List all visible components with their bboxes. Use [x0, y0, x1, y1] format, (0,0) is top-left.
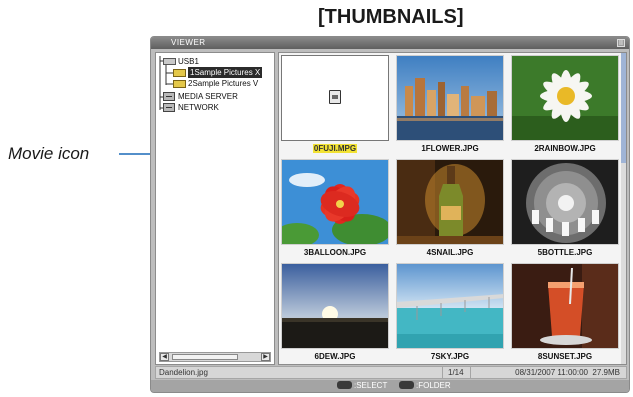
media-server-icon — [163, 92, 175, 101]
tree-horizontal-scrollbar[interactable]: ◀ ▶ — [159, 352, 271, 362]
window-title: VIEWER — [171, 38, 206, 47]
thumbnail-caption: 5BOTTLE.JPG — [537, 248, 593, 257]
status-filename: Dandelion.jpg — [159, 368, 208, 377]
thumbnail-caption: 8SUNSET.JPG — [537, 352, 593, 361]
grid-vertical-scrollbar[interactable] — [621, 53, 626, 364]
title-bar: VIEWER II — [151, 37, 629, 49]
thumbnail-caption: 7SKY.JPG — [430, 352, 470, 361]
status-filesize: 27.9MB — [592, 368, 620, 377]
tree-item-label: USB1 — [178, 57, 199, 66]
tree-item-usb1[interactable]: USB1 — [160, 56, 270, 67]
enter-key-icon — [337, 381, 352, 389]
tree-item-folder-1[interactable]: 1Sample Pictures X — [170, 67, 274, 78]
thumbnail-cell[interactable]: 6DEW.JPG — [281, 263, 395, 364]
thumbnail-cell[interactable]: 3BALLOON.JPG — [281, 159, 395, 263]
thumbnail-caption: 0FUJI.MPG — [312, 144, 358, 153]
tree-item-label: 2Sample Pictures V — [188, 79, 259, 88]
folder-tree: USB1 1Sample Pictures X 2Sample Pictures… — [155, 52, 275, 365]
tree-item-label: 1Sample Pictures X — [188, 67, 263, 78]
bridge-over-sea-photo — [397, 264, 503, 348]
thumbnail-cell[interactable]: 5BOTTLE.JPG — [511, 159, 625, 263]
cocktail-drink-photo — [512, 264, 618, 348]
thumbnail-caption: 4SNAIL.JPG — [426, 248, 474, 257]
status-datetime: 08/31/2007 11:00:00 — [515, 368, 588, 377]
thumbnail-caption: 1FLOWER.JPG — [421, 144, 479, 153]
scroll-right-arrow-icon[interactable]: ▶ — [261, 353, 270, 361]
status-divider — [470, 367, 471, 378]
thumbnail-cell[interactable]: 0FUJI.MPG — [281, 55, 395, 159]
usb-drive-icon — [163, 58, 176, 65]
page-heading: [THUMBNAILS] — [318, 6, 464, 28]
tree-item-media-server[interactable]: MEDIA SERVER — [160, 91, 270, 102]
thumbnail-caption: 3BALLOON.JPG — [303, 248, 367, 257]
thumbnail-cell[interactable]: 4SNAIL.JPG — [396, 159, 510, 263]
folder-icon — [173, 69, 186, 77]
button-hint-bar: :SELECT :FOLDER — [151, 380, 629, 392]
scrollbar-thumb[interactable] — [172, 354, 238, 360]
thumbnail-image[interactable] — [511, 55, 619, 141]
network-icon — [163, 103, 175, 112]
thumbnail-caption: 2RAINBOW.JPG — [534, 144, 596, 153]
bottle-on-table-photo — [397, 160, 503, 244]
viewer-window: VIEWER II USB1 1Sample Pictures X 2Sampl… — [150, 36, 630, 393]
select-hint: :SELECT — [337, 381, 387, 390]
thumbnail-cell[interactable]: 1FLOWER.JPG — [396, 55, 510, 159]
daisy-flower-photo — [512, 56, 618, 140]
sunrise-photo — [282, 264, 388, 348]
folder-hint: :FOLDER — [399, 381, 451, 390]
status-counter: 1/14 — [448, 368, 464, 377]
thumbnail-caption: 6DEW.JPG — [314, 352, 356, 361]
exit-key-icon — [399, 381, 414, 389]
thumbnail-image[interactable] — [281, 263, 389, 349]
status-bar: Dandelion.jpg 1/14 08/31/2007 11:00:00 2… — [155, 366, 627, 379]
thumbnail-image[interactable] — [511, 159, 619, 245]
thumbnail-image[interactable] — [281, 159, 389, 245]
thumbnail-image[interactable] — [281, 55, 389, 141]
dome-interior-photo — [512, 160, 618, 244]
status-datetime-size: 08/31/2007 11:00:00 27.9MB — [515, 368, 620, 377]
thumbnail-grid: 0FUJI.MPG 1FLOWER.JPG 2RAINBOW.JPG 3BALL… — [278, 52, 627, 365]
tree-item-network[interactable]: NETWORK — [160, 102, 270, 113]
thumbnail-cell[interactable]: 8SUNSET.JPG — [511, 263, 625, 364]
tree-item-folder-2[interactable]: 2Sample Pictures V — [170, 78, 274, 89]
scrollbar-thumb[interactable] — [621, 53, 626, 163]
scroll-left-arrow-icon[interactable]: ◀ — [160, 353, 169, 361]
thumbnail-cell[interactable]: 2RAINBOW.JPG — [511, 55, 625, 159]
thumbnail-cell[interactable]: 7SKY.JPG — [396, 263, 510, 364]
tree-item-label: NETWORK — [178, 103, 219, 112]
tree-item-label: MEDIA SERVER — [178, 92, 238, 101]
window-menu-icon[interactable]: II — [617, 39, 625, 47]
thumbnail-image[interactable] — [396, 55, 504, 141]
thumbnail-image[interactable] — [396, 159, 504, 245]
hibiscus-photo — [282, 160, 388, 244]
folder-icon — [173, 80, 186, 88]
thumbnail-image[interactable] — [511, 263, 619, 349]
thumbnail-image[interactable] — [396, 263, 504, 349]
status-divider — [442, 367, 443, 378]
callout-label: Movie icon — [8, 144, 90, 163]
city-skyline-photo — [397, 56, 503, 140]
movie-icon — [329, 90, 341, 104]
